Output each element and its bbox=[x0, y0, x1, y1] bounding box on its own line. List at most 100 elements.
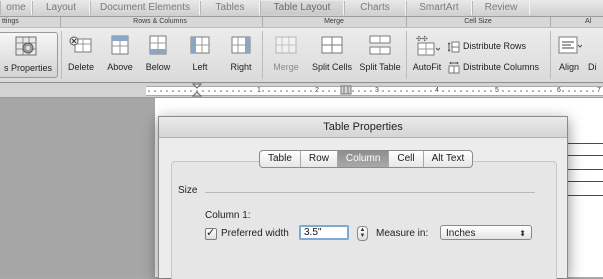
align-label: Align bbox=[558, 62, 579, 72]
insert-left-label: Left bbox=[192, 62, 208, 72]
table-properties-dialog: Table Properties Table Row Column Cell A… bbox=[158, 116, 568, 279]
tab-column[interactable]: Column bbox=[337, 151, 390, 167]
split-table-label: Split Table bbox=[359, 62, 401, 72]
tab-layout[interactable]: Layout bbox=[32, 1, 90, 15]
insert-left-button[interactable]: Left bbox=[183, 32, 217, 78]
split-table-icon bbox=[369, 35, 391, 55]
column-number-label: Column 1: bbox=[205, 210, 251, 221]
group-alignment-label: Al bbox=[585, 18, 592, 25]
ribbon-tab-bar: ome Layout Document Elements Tables Tabl… bbox=[0, 0, 603, 17]
tab-tables[interactable]: Tables bbox=[200, 1, 260, 15]
tab-charts[interactable]: Charts bbox=[344, 1, 406, 15]
insert-row-below-icon bbox=[149, 35, 167, 55]
insert-column-right-icon bbox=[231, 36, 251, 54]
insert-column-left-icon bbox=[190, 36, 210, 54]
tool-separator bbox=[262, 31, 263, 79]
split-cells-label: Split Cells bbox=[311, 62, 352, 72]
tab-alt-text[interactable]: Alt Text bbox=[424, 151, 473, 167]
ruler-number: 5 bbox=[494, 87, 500, 95]
merge-label: Merge bbox=[273, 62, 299, 72]
dialog-title: Table Properties bbox=[323, 121, 403, 133]
align-text-icon bbox=[558, 36, 582, 54]
horizontal-ruler: 1 2 3 4 5 6 7 bbox=[0, 83, 603, 98]
direction-button[interactable]: Di bbox=[588, 32, 603, 78]
distribute-columns-icon bbox=[448, 61, 460, 74]
autofit-button[interactable]: ✣✣ AutoFit bbox=[409, 32, 445, 78]
split-table-button[interactable]: Split Table bbox=[357, 32, 403, 78]
insert-below-button[interactable]: Below bbox=[141, 32, 175, 78]
merge-cells-icon bbox=[275, 36, 297, 54]
column-marker-icon[interactable] bbox=[340, 85, 352, 95]
tool-separator bbox=[550, 31, 551, 79]
group-cell-size-label: Cell Size bbox=[464, 18, 492, 25]
insert-above-button[interactable]: Above bbox=[103, 32, 137, 78]
table-border-line bbox=[565, 169, 603, 170]
insert-below-label: Below bbox=[145, 62, 171, 72]
table-border-line bbox=[565, 143, 603, 144]
size-section-label: Size bbox=[178, 185, 198, 196]
dialog-titlebar[interactable]: Table Properties bbox=[159, 117, 567, 138]
distribute-columns-button[interactable]: Distribute Columns bbox=[448, 60, 539, 74]
ruler-number: 3 bbox=[374, 87, 380, 95]
dialog-tab-bar: Table Row Column Cell Alt Text bbox=[259, 150, 474, 168]
table-border-line bbox=[565, 155, 603, 156]
preferred-width-label: Preferred width bbox=[221, 228, 289, 239]
autofit-label: AutoFit bbox=[412, 62, 442, 72]
table-properties-icon bbox=[15, 36, 37, 56]
insert-right-button[interactable]: Right bbox=[223, 32, 259, 78]
table-border-line bbox=[565, 181, 603, 182]
ruler-number: 7 bbox=[596, 87, 602, 95]
group-rows-columns-label: Rows & Columns bbox=[133, 18, 187, 25]
preferred-width-input[interactable] bbox=[299, 225, 349, 240]
ribbon-toolbar: s Properties Delete Above Below Left Rig… bbox=[0, 28, 603, 83]
direction-label: Di bbox=[588, 62, 597, 72]
tab-row[interactable]: Row bbox=[301, 151, 338, 167]
distribute-rows-label: Distribute Rows bbox=[463, 41, 527, 51]
autofit-icon: ✣✣ bbox=[416, 35, 440, 56]
stepper-down-icon[interactable]: ▼ bbox=[358, 233, 367, 239]
width-stepper[interactable]: ▲ ▼ bbox=[357, 226, 368, 241]
group-settings-label: ttings bbox=[2, 18, 19, 25]
tab-table[interactable]: Table bbox=[260, 151, 301, 167]
size-section-divider bbox=[205, 192, 535, 193]
ruler-number: 2 bbox=[314, 87, 320, 95]
group-merge-label: Merge bbox=[324, 18, 344, 25]
insert-right-label: Right bbox=[230, 62, 252, 72]
ruler-number: 4 bbox=[434, 87, 440, 95]
delete-table-icon bbox=[69, 36, 92, 53]
group-separator bbox=[550, 17, 551, 27]
merge-button[interactable]: Merge bbox=[267, 32, 305, 78]
table-properties-label: s Properties bbox=[3, 63, 53, 73]
select-arrows-icon: ⬍ bbox=[519, 229, 526, 238]
distribute-columns-label: Distribute Columns bbox=[463, 62, 540, 72]
tab-table-layout[interactable]: Table Layout bbox=[260, 1, 344, 15]
ruler-track[interactable]: 1 2 3 4 5 6 7 bbox=[146, 86, 603, 96]
tab-review[interactable]: Review bbox=[472, 1, 530, 15]
table-properties-button[interactable]: s Properties bbox=[0, 32, 58, 78]
indent-marker-icon[interactable] bbox=[192, 83, 202, 97]
delete-button[interactable]: Delete bbox=[63, 32, 99, 78]
table-border-line bbox=[565, 195, 603, 196]
measure-in-value: Inches bbox=[446, 228, 476, 239]
measure-in-select[interactable]: Inches ⬍ bbox=[440, 225, 532, 240]
preferred-width-checkbox[interactable]: ✓ bbox=[205, 227, 217, 240]
split-cells-button[interactable]: Split Cells bbox=[308, 32, 356, 78]
checkmark-icon: ✓ bbox=[206, 227, 216, 239]
svg-text:✣✣: ✣✣ bbox=[416, 35, 428, 43]
insert-above-label: Above bbox=[107, 62, 133, 72]
insert-row-above-icon bbox=[111, 35, 129, 55]
distribute-rows-icon bbox=[448, 41, 460, 53]
measure-in-label: Measure in: bbox=[376, 228, 429, 239]
split-cells-icon bbox=[321, 36, 343, 54]
tab-smartart[interactable]: SmartArt bbox=[406, 1, 472, 15]
align-button[interactable]: Align bbox=[554, 32, 584, 78]
ruler-number: 1 bbox=[256, 87, 262, 95]
ruler-number: 6 bbox=[556, 87, 562, 95]
tool-separator bbox=[61, 31, 62, 79]
tab-home[interactable]: ome bbox=[0, 1, 32, 15]
tab-document-elements[interactable]: Document Elements bbox=[90, 1, 200, 15]
ribbon-group-labels: ttings Rows & Columns Merge Cell Size Al bbox=[0, 17, 603, 28]
tab-cell[interactable]: Cell bbox=[389, 151, 424, 167]
distribute-rows-button[interactable]: Distribute Rows bbox=[448, 39, 526, 53]
delete-label: Delete bbox=[67, 62, 94, 72]
